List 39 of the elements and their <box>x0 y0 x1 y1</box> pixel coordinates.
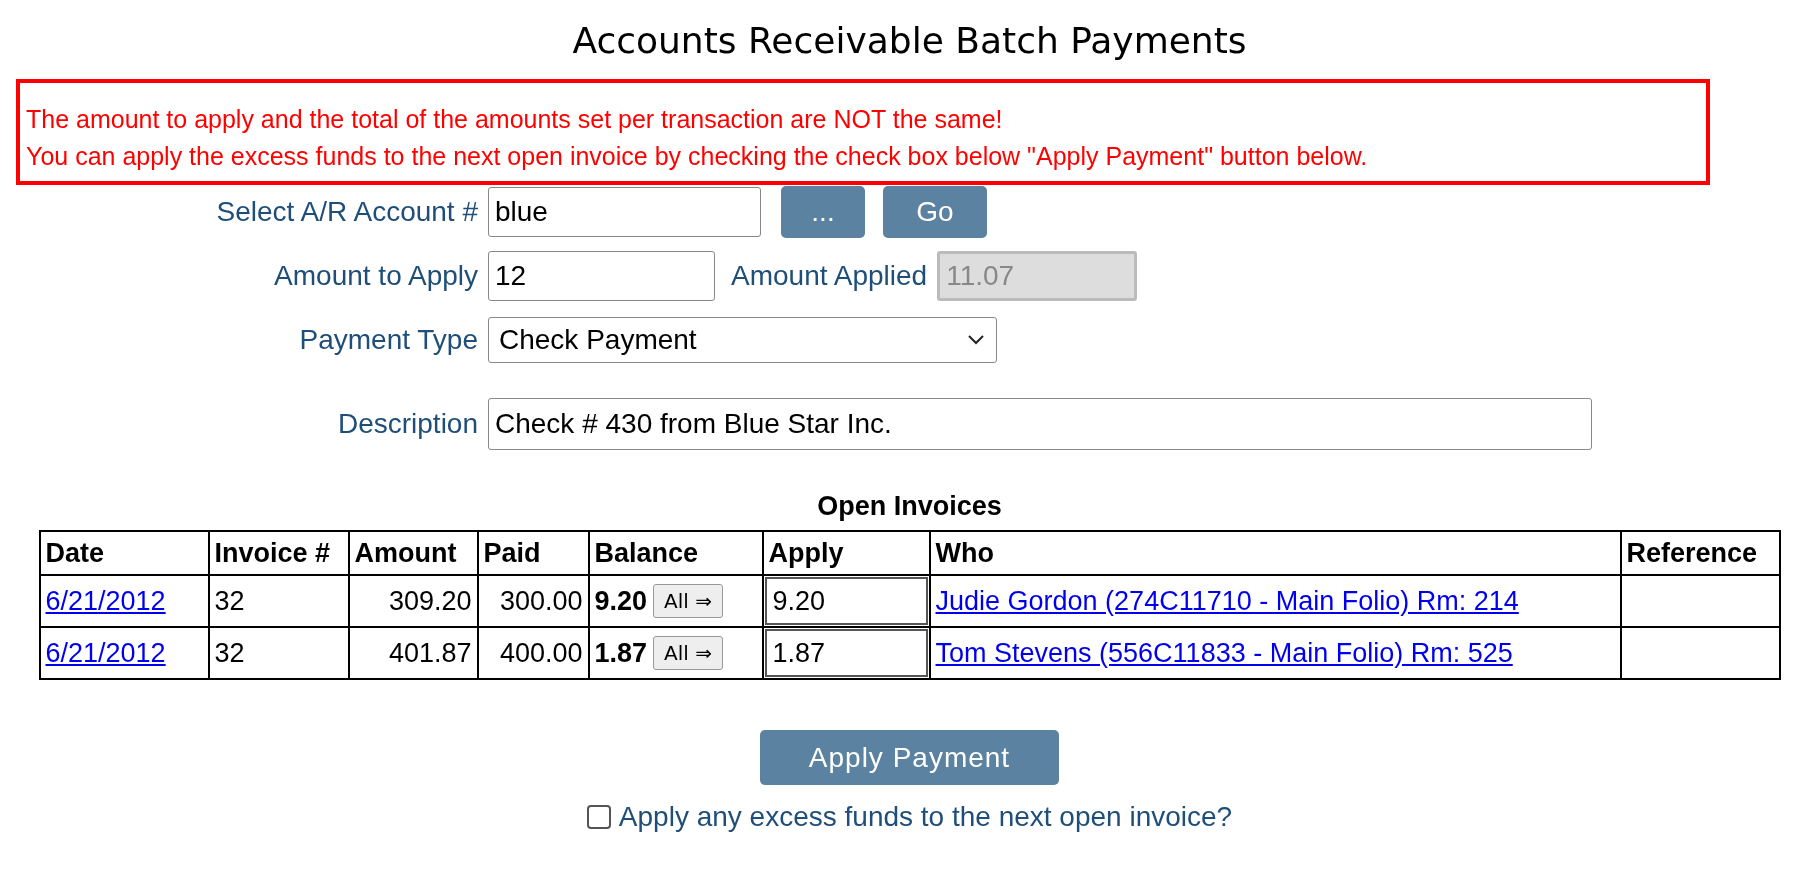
balance-value: 1.87 <box>594 637 648 669</box>
table-cell: 32 <box>208 575 349 627</box>
table-cell: 401.87 <box>348 627 478 679</box>
error-message: You can apply the excess funds to the next open invoice by checking the check box below "Apply Payment" button below. <box>26 141 1369 172</box>
field-label: Payment Type <box>298 324 478 356</box>
field-label: Select A/R Account # <box>215 196 478 228</box>
chevron-down-icon <box>968 335 984 345</box>
column-header: Paid <box>477 531 589 575</box>
column-header: Apply <box>762 531 930 575</box>
table-cell: 400.00 <box>477 627 589 679</box>
column-header: Balance <box>588 531 763 575</box>
field-label: Description <box>336 408 478 440</box>
page-title: Accounts Receivable Batch Payments <box>572 20 1247 61</box>
column-header: Date <box>39 531 209 575</box>
apply-payment-button[interactable]: Apply Payment <box>760 730 1059 785</box>
apply-amount-input[interactable]: 9.20 <box>764 577 928 625</box>
balance-value: 9.20 <box>594 585 648 617</box>
apply-all-button[interactable]: All ⇒ <box>653 584 723 618</box>
account-input[interactable]: blue <box>488 187 761 237</box>
column-header: Reference <box>1620 531 1780 575</box>
table-title: Open Invoices <box>817 491 1002 522</box>
amount-input[interactable]: 12 <box>488 251 715 301</box>
table-cell: 300.00 <box>477 575 589 627</box>
column-header: Invoice # <box>208 531 349 575</box>
checkbox[interactable] <box>586 805 611 829</box>
apply-all-button[interactable]: All ⇒ <box>653 636 723 670</box>
table-cell: 32 <box>208 627 349 679</box>
field-label: Amount to Apply <box>273 260 478 292</box>
checkbox-label: Apply any excess funds to the next open invoice? <box>618 801 1233 833</box>
payment-type-dropdown[interactable]: Check Payment <box>488 317 997 363</box>
description-input[interactable]: Check # 430 from Blue Star Inc. <box>488 398 1592 450</box>
apply-amount-input[interactable]: 1.87 <box>764 629 928 677</box>
column-header: Amount <box>348 531 478 575</box>
table-cell: 309.20 <box>348 575 478 627</box>
browse-button[interactable]: ... <box>781 186 865 238</box>
field-label: Amount Applied <box>731 260 928 292</box>
column-header: Who <box>929 531 1621 575</box>
go-button[interactable]: Go <box>883 186 987 238</box>
error-message: The amount to apply and the total of the amounts set per transaction are NOT the same! <box>26 104 1004 135</box>
